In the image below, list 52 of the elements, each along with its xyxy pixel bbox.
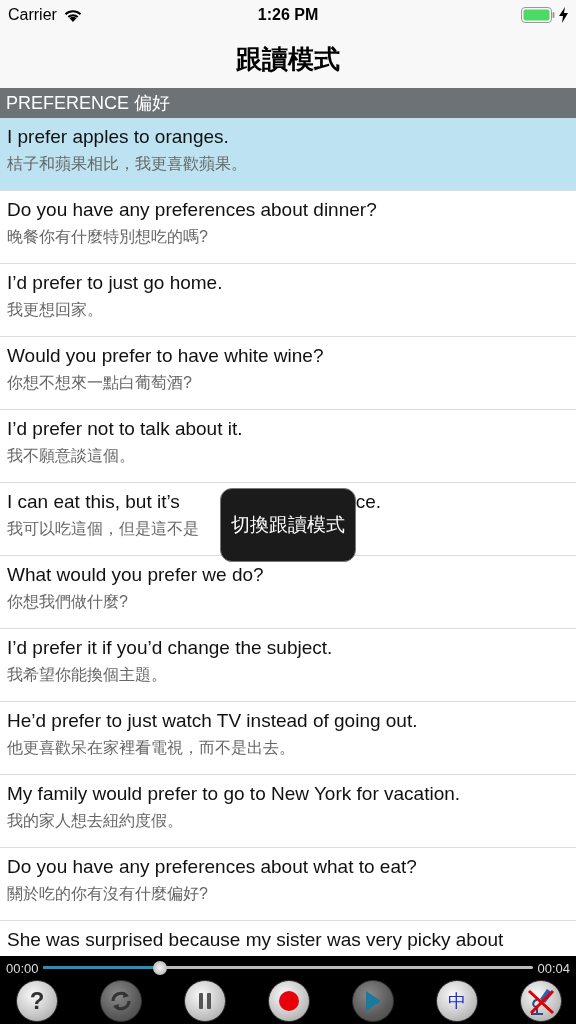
toast-message: 切換跟讀模式 — [231, 513, 345, 537]
play-icon — [364, 990, 382, 1012]
chinese-translation: 桔子和蘋果相比，我更喜歡蘋果。 — [7, 154, 247, 174]
clock-time: 1:26 PM — [257, 6, 319, 24]
progress-slider[interactable] — [42, 961, 534, 975]
chinese-translation: 他更喜歡呆在家裡看電視，而不是出去。 — [7, 738, 295, 758]
english-sentence: I’d prefer not to talk about it. — [7, 418, 243, 440]
chinese-translation: 我希望你能換個主題。 — [7, 665, 167, 685]
sentence-row[interactable]: I prefer apples to oranges. 桔子和蘋果相比，我更喜歡蘋果。 — [0, 118, 576, 191]
english-sentence: I can eat this, but it’s — [7, 491, 180, 513]
sentence-row[interactable]: My family would prefer to go to New York for vacation. 我的家人想去紐約度假。 — [0, 775, 576, 848]
pause-button[interactable] — [184, 980, 226, 1022]
mic-off-button[interactable] — [520, 980, 562, 1022]
sentence-row[interactable]: Would you prefer to have white wine? 你想不想來一點白葡萄酒? — [0, 337, 576, 410]
section-title: PREFERENCE 偏好 — [6, 92, 171, 115]
chinese-translation: 你想我們做什麼? — [7, 592, 128, 612]
chinese-translation: 關於吃的你有沒有什麼偏好? — [7, 884, 208, 904]
english-sentence: My family would prefer to go to New York for vacation. — [7, 783, 461, 805]
pause-icon — [197, 992, 213, 1010]
record-button[interactable] — [268, 980, 310, 1022]
english-sentence: I’d prefer it if you’d change the subject. — [7, 637, 333, 659]
repeat-icon — [109, 989, 133, 1013]
english-sentence: Would you prefer to have white wine? — [7, 345, 324, 367]
english-sentence: I prefer apples to oranges. — [7, 126, 229, 148]
english-sentence: What would you prefer we do? — [7, 564, 264, 586]
screen-title: 跟讀模式 — [236, 42, 340, 76]
help-button[interactable]: ? — [16, 980, 58, 1022]
chinese-translation: 晚餐你有什麼特別想吃的嗎? — [7, 227, 208, 247]
carrier-label: Carrier — [8, 6, 57, 24]
elapsed-time: 00:00 — [6, 960, 39, 976]
chinese-toggle-button[interactable]: 中 — [436, 980, 478, 1022]
sentence-row[interactable]: Do you have any preferences about what to eat? 關於吃的你有沒有什麼偏好? — [0, 848, 576, 921]
sentence-row[interactable]: I’d prefer it if you’d change the subject. 我希望你能換個主題。 — [0, 629, 576, 702]
chinese-translation: 我不願意談這個。 — [7, 446, 135, 466]
english-sentence: She was surprised because my sister was very picky about — [7, 929, 504, 951]
english-sentence: I’d prefer to just go home. — [7, 272, 223, 294]
record-icon — [278, 990, 300, 1012]
chinese-translation: 我可以吃這個，但是這不是 — [7, 519, 199, 539]
sentence-row[interactable]: I’d prefer to just go home. 我更想回家。 — [0, 264, 576, 337]
english-sentence: Do you have any preferences about dinner? — [7, 199, 377, 221]
sentence-row[interactable]: Do you have any preferences about dinner? 晚餐你有什麼特別想吃的嗎? — [0, 191, 576, 264]
sentence-row[interactable]: He’d prefer to just watch TV instead of going out. 他更喜歡呆在家裡看電視，而不是出去。 — [0, 702, 576, 775]
battery-icon — [521, 7, 555, 23]
chinese-translation: 我的家人想去紐約度假。 — [7, 811, 183, 831]
english-sentence: He’d prefer to just watch TV instead of going out. — [7, 710, 418, 732]
english-sentence: ce. — [355, 491, 381, 513]
chinese-translation: 你想不想來一點白葡萄酒? — [7, 373, 192, 393]
total-time: 00:04 — [537, 960, 570, 976]
english-sentence: Do you have any preferences about what to eat? — [7, 856, 417, 878]
chinese-translation: 我更想回家。 — [7, 300, 103, 320]
sentence-row[interactable]: I’d prefer not to talk about it. 我不願意談這個。 — [0, 410, 576, 483]
wifi-icon — [62, 7, 83, 23]
